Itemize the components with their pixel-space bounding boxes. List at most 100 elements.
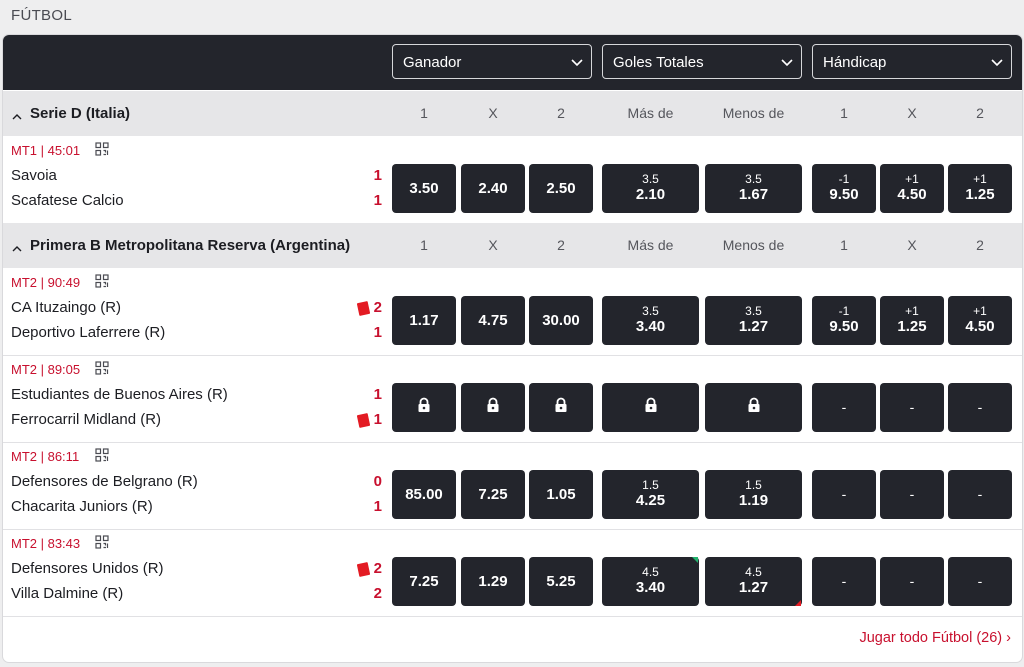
odds-button-total-over[interactable]: 3.5 3.40	[602, 296, 699, 345]
odds-button-total-under[interactable]: 3.5 1.27	[705, 296, 802, 345]
odds-button-winner[interactable]: 1.29	[461, 557, 525, 606]
chevron-down-icon	[571, 45, 583, 80]
odds-button-winner[interactable]: 7.25	[461, 470, 525, 519]
column-header: 1	[840, 105, 848, 121]
market-select-handicap[interactable]: Hándicap	[812, 44, 1012, 79]
odds-value: 7.25	[478, 486, 508, 503]
odds-button-handicap[interactable]: +1 4.50	[880, 164, 944, 213]
qr-code-icon[interactable]	[95, 274, 109, 293]
odds-line: +1	[973, 172, 987, 186]
qr-code-icon[interactable]	[95, 448, 109, 467]
see-all-football-link[interactable]: Jugar todo Fútbol (26) ›	[859, 630, 1011, 646]
odds-value: 2.40	[478, 180, 508, 197]
odds-button-unavailable: -	[880, 383, 944, 432]
odds-value: -	[909, 486, 915, 502]
lock-icon	[747, 397, 761, 418]
odds-value: 9.50	[829, 318, 859, 335]
odds-button-unavailable: -	[948, 470, 1012, 519]
league-name: Serie D (Italia)	[30, 105, 131, 122]
odds-value: 4.50	[897, 186, 927, 203]
league-header[interactable]: Primera B Metropolitana Reserva (Argenti…	[3, 223, 1022, 268]
column-header: X	[907, 237, 917, 253]
odds-value: 2.50	[546, 180, 576, 197]
market-select-label: Ganador	[403, 54, 462, 71]
odds-button-winner[interactable]: 4.75	[461, 296, 525, 345]
team-name: Scafatese Calcio	[11, 192, 124, 209]
column-header: 2	[976, 237, 984, 253]
market-select-total-goals[interactable]: Goles Totales	[602, 44, 802, 79]
match-time: MT2 | 86:11	[11, 449, 80, 464]
red-card-icon	[356, 561, 371, 578]
odds-line: 1.5	[745, 478, 762, 492]
odds-up-indicator	[692, 557, 698, 563]
odds-button-unavailable: -	[880, 557, 944, 606]
odds-button-handicap[interactable]: -1 9.50	[812, 296, 876, 345]
column-header: Menos de	[722, 105, 785, 121]
odds-button-total-over[interactable]: 4.5 3.40	[602, 557, 699, 606]
odds-value: 3.50	[409, 180, 439, 197]
odds-value: 9.50	[829, 186, 859, 203]
odds-button-winner[interactable]: 5.25	[529, 557, 593, 606]
odds-button-unavailable: -	[880, 470, 944, 519]
odds-value: 85.00	[405, 486, 443, 503]
market-select-winner[interactable]: Ganador	[392, 44, 592, 79]
chevron-up-icon[interactable]	[12, 108, 22, 126]
team-name: Ferrocarril Midland (R)	[11, 411, 162, 428]
match-time: MT2 | 89:05	[11, 362, 81, 377]
odds-button-locked	[705, 383, 802, 432]
odds-button-total-under[interactable]: 1.5 1.19	[705, 470, 802, 519]
team-name: CA Ituzaingo (R)	[11, 299, 122, 316]
odds-button-winner[interactable]: 85.00	[392, 470, 456, 519]
odds-button-locked	[392, 383, 456, 432]
team-score: 0	[373, 473, 382, 490]
odds-button-handicap[interactable]: +1 1.25	[880, 296, 944, 345]
qr-code-icon[interactable]	[95, 142, 109, 161]
odds-button-handicap[interactable]: +1 1.25	[948, 164, 1012, 213]
qr-code-icon[interactable]	[95, 535, 109, 554]
odds-button-locked	[529, 383, 593, 432]
team-score: 2	[373, 585, 382, 602]
page-title: FÚTBOL	[11, 7, 72, 24]
event-row: MT1 | 45:01 Savoia 1 Scafatese Calcio 1 3.50 2…	[3, 136, 1022, 223]
odds-button-handicap[interactable]: -1 9.50	[812, 164, 876, 213]
team-score: 1	[373, 324, 382, 341]
odds-button-total-over[interactable]: 3.5 2.10	[602, 164, 699, 213]
odds-button-handicap[interactable]: +1 4.50	[948, 296, 1012, 345]
market-select-label: Hándicap	[823, 54, 887, 71]
league-header[interactable]: Serie D (Italia) 1 X 2 Más de Menos de 1 X 2	[3, 91, 1022, 136]
odds-button-winner[interactable]: 1.05	[529, 470, 593, 519]
column-header: 1	[420, 105, 428, 121]
odds-button-winner[interactable]: 2.50	[529, 164, 593, 213]
column-header: Más de	[627, 105, 674, 121]
odds-button-total-under[interactable]: 4.5 1.27	[705, 557, 802, 606]
odds-button-unavailable: -	[812, 557, 876, 606]
team-name: Estudiantes de Buenos Aires (R)	[11, 386, 228, 403]
qr-code-icon[interactable]	[95, 361, 109, 380]
odds-line: 3.5	[642, 172, 659, 186]
odds-button-winner[interactable]: 7.25	[392, 557, 456, 606]
odds-value: 30.00	[542, 312, 580, 329]
team-score: 1	[373, 386, 382, 403]
odds-down-indicator	[795, 600, 801, 606]
odds-value: -	[909, 573, 915, 589]
odds-line: 4.5	[745, 565, 762, 579]
odds-button-total-under[interactable]: 3.5 1.67	[705, 164, 802, 213]
match-time: MT1 | 45:01	[11, 143, 81, 158]
odds-button-winner[interactable]: 2.40	[461, 164, 525, 213]
column-header: Más de	[627, 237, 674, 253]
lock-icon	[417, 397, 431, 418]
odds-line: 3.5	[745, 304, 762, 318]
team-name: Savoia	[11, 167, 57, 184]
odds-button-winner[interactable]: 1.17	[392, 296, 456, 345]
chevron-up-icon[interactable]	[12, 240, 22, 258]
match-time: MT2 | 83:43	[11, 536, 81, 551]
odds-button-winner[interactable]: 30.00	[529, 296, 593, 345]
odds-line: +1	[973, 304, 987, 318]
odds-button-winner[interactable]: 3.50	[392, 164, 456, 213]
odds-value: -	[841, 399, 847, 415]
odds-button-total-over[interactable]: 1.5 4.25	[602, 470, 699, 519]
team-score: 1	[373, 498, 382, 515]
odds-button-unavailable: -	[948, 383, 1012, 432]
odds-button-unavailable: -	[812, 383, 876, 432]
odds-line: 4.5	[642, 565, 659, 579]
